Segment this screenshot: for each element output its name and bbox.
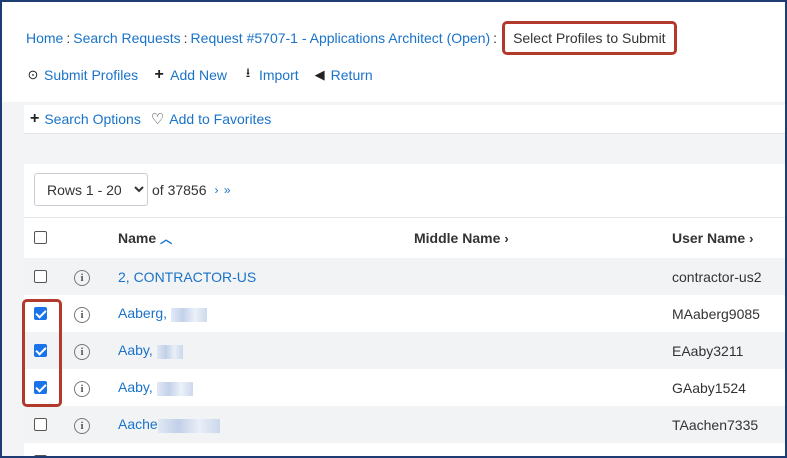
rows-per-page-select[interactable]: Rows 1 - 20 (34, 173, 148, 206)
download-icon: ⭳ (245, 65, 251, 80)
total-count: of 37856 (152, 181, 207, 198)
column-user-name-label: User Name (672, 230, 746, 246)
redacted-text (157, 418, 220, 433)
table-row[interactable]: i 2, CONTRACTOR-US contractor-us2 (24, 258, 785, 295)
results-panel: Rows 1 - 20 of 37856 › » Name ︿ Middle Na… (24, 164, 785, 456)
add-new-label: Add New (170, 67, 227, 83)
column-name-label: Name (118, 229, 157, 246)
column-middle-name-label: Middle Name (414, 230, 501, 246)
submit-profiles-label: Submit Profiles (44, 67, 139, 83)
row-name-link[interactable]: Aaberg, (118, 305, 167, 321)
sort-up-icon: ︿ (160, 231, 173, 246)
options-bar: + Search Options ♡ Add to Favorites (24, 105, 785, 134)
breadcrumb-home[interactable]: Home (26, 30, 63, 46)
breadcrumb: Home : Search Requests : Request #5707-1… (26, 21, 677, 55)
table-header: Name ︿ Middle Name › User Name › (24, 217, 785, 258)
row-user-name: MAaberg9085 (672, 305, 760, 322)
row-checkbox[interactable] (34, 454, 48, 456)
play-circle-icon: ⊙ (27, 67, 39, 82)
breadcrumb-search-requests[interactable]: Search Requests (73, 30, 180, 46)
import-button[interactable]: ⭳ Import (241, 64, 299, 86)
info-icon[interactable]: i (74, 416, 90, 434)
info-icon[interactable]: i (74, 342, 90, 360)
action-bar: ⊙ Submit Profiles + Add New ⭳ Import ◀ R… (26, 64, 373, 86)
add-to-favorites-label: Add to Favorites (169, 111, 272, 127)
table-row[interactable]: i Aaby, GAaby1524 (24, 369, 785, 406)
info-icon[interactable]: i (74, 379, 90, 397)
row-checkbox[interactable] (34, 417, 48, 432)
select-all-checkbox[interactable] (34, 231, 48, 245)
row-user-name: EAaby3211 (672, 342, 744, 359)
submit-profiles-button[interactable]: ⊙ Submit Profiles (26, 64, 139, 86)
row-checkbox[interactable] (34, 269, 48, 284)
chevron-right-icon: › (504, 231, 509, 246)
table-row[interactable]: i Aaberg, MAaberg9085 (24, 295, 785, 332)
redacted-text (156, 344, 183, 359)
row-name-link[interactable]: Aaby, (118, 379, 153, 395)
table-row[interactable]: i Aache TAachen7335 (24, 406, 785, 443)
add-to-favorites-button[interactable]: ♡ Add to Favorites (151, 110, 271, 128)
breadcrumb-request[interactable]: Request #5707-1 - Applications Architect… (191, 30, 491, 46)
row-user-name: GAaby1524 (672, 379, 746, 396)
info-icon[interactable]: i (74, 268, 90, 286)
column-user-name[interactable]: User Name › (672, 230, 754, 246)
search-options-label: Search Options (44, 111, 141, 127)
row-name-cell[interactable]: Aaby, (118, 379, 193, 396)
row-name-cell[interactable]: Aaby, (118, 342, 183, 359)
breadcrumb-separator: : (66, 30, 71, 46)
return-label: Return (330, 67, 373, 83)
redacted-text (171, 307, 208, 322)
row-user-name: contractor-us2 (672, 268, 762, 285)
row-name-cell[interactable]: Aaberg, (118, 305, 208, 322)
column-name[interactable]: Name ︿ (118, 230, 172, 247)
column-middle-name[interactable]: Middle Name › (414, 230, 509, 246)
back-circle-icon: ◀ (314, 67, 325, 82)
breadcrumb-separator: : (493, 30, 498, 46)
chevron-right-icon: › (749, 231, 754, 246)
top-bar: Home : Search Requests : Request #5707-1… (2, 2, 785, 102)
row-name-link[interactable]: Aache (118, 416, 158, 432)
checkbox-highlight-annotation (22, 299, 62, 407)
search-options-button[interactable]: + Search Options (30, 110, 141, 128)
add-new-button[interactable]: + Add New (152, 64, 227, 86)
row-name-link[interactable]: Aaby, (118, 342, 153, 358)
redacted-text (156, 381, 193, 396)
row-name-cell[interactable]: Aache (118, 416, 220, 433)
table-row[interactable]: i Aaby, EAaby3211 (24, 332, 785, 369)
import-label: Import (258, 67, 299, 83)
row-user-name: TAachen7335 (672, 416, 759, 433)
app-frame: Home : Search Requests : Request #5707-1… (0, 0, 787, 458)
row-name-link[interactable]: 2, CONTRACTOR-US (118, 269, 256, 285)
return-button[interactable]: ◀ Return (313, 64, 373, 86)
next-page-icon[interactable]: › » (215, 183, 232, 197)
breadcrumb-current-page: Select Profiles to Submit (502, 21, 677, 55)
table-row[interactable] (24, 443, 785, 456)
pager: Rows 1 - 20 of 37856 › » (34, 173, 232, 206)
breadcrumb-separator: : (183, 30, 188, 46)
plus-icon: + (154, 66, 164, 83)
plus-icon: + (30, 110, 40, 127)
info-icon[interactable]: i (74, 305, 90, 323)
heart-icon: ♡ (150, 111, 165, 128)
